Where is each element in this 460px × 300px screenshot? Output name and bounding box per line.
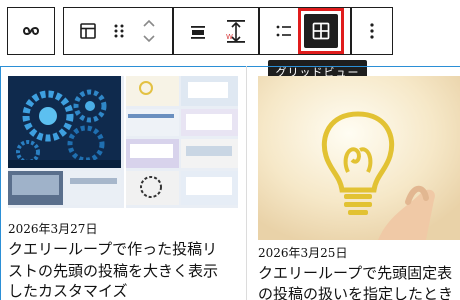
lightbulb-thumbnail-image bbox=[258, 76, 460, 240]
post-1-title-line-3[interactable]: したカスタマイズ bbox=[8, 280, 128, 300]
vertical-align-icon: W bbox=[226, 20, 245, 43]
block-type-button[interactable] bbox=[68, 8, 108, 54]
align-button[interactable] bbox=[178, 8, 218, 54]
drag-handle-icon bbox=[114, 24, 124, 38]
drag-handle[interactable] bbox=[106, 8, 132, 54]
collage-thumbnail-image bbox=[8, 76, 238, 240]
editor-canvas: W グリッドビュー 2026年3月27日 クエリーループで作った投稿リ ストの先… bbox=[0, 0, 460, 300]
link-button[interactable] bbox=[8, 8, 54, 54]
toolbar-group-more bbox=[351, 7, 393, 55]
post-2-date: 2026年3月25日 bbox=[258, 246, 348, 260]
move-up-down-icon bbox=[143, 19, 155, 43]
grid-view-active-background bbox=[304, 14, 338, 48]
post-2-title-line-2[interactable]: の投稿の扱いを指定したとき bbox=[258, 283, 453, 300]
link-icon bbox=[22, 27, 40, 35]
move-up-down-button[interactable] bbox=[134, 8, 164, 54]
vertical-align-button[interactable]: W bbox=[216, 8, 256, 54]
block-layout-icon bbox=[80, 23, 96, 39]
more-options-button[interactable] bbox=[352, 8, 392, 54]
post-1-title-line-2[interactable]: ストの先頭の投稿を大きく表示 bbox=[8, 260, 218, 282]
toolbar-group-link bbox=[7, 7, 55, 55]
column-divider bbox=[246, 66, 247, 300]
grid-view-icon bbox=[312, 22, 330, 40]
toolbar-group-block bbox=[63, 7, 173, 55]
post-2-thumbnail[interactable] bbox=[258, 76, 460, 240]
align-icon bbox=[191, 26, 205, 39]
post-2-title-line-1[interactable]: クエリーループで先頭固定表 bbox=[258, 262, 452, 284]
list-view-icon bbox=[276, 25, 291, 37]
svg-text:W: W bbox=[226, 33, 233, 41]
post-1-thumbnail[interactable] bbox=[8, 76, 238, 240]
toolbar-group-align: W bbox=[173, 7, 259, 55]
post-1-title-line-1[interactable]: クエリーループで作った投稿リ bbox=[8, 238, 217, 260]
more-options-icon bbox=[370, 23, 374, 39]
post-1-date: 2026年3月27日 bbox=[8, 222, 98, 236]
grid-view-button[interactable] bbox=[298, 8, 344, 54]
